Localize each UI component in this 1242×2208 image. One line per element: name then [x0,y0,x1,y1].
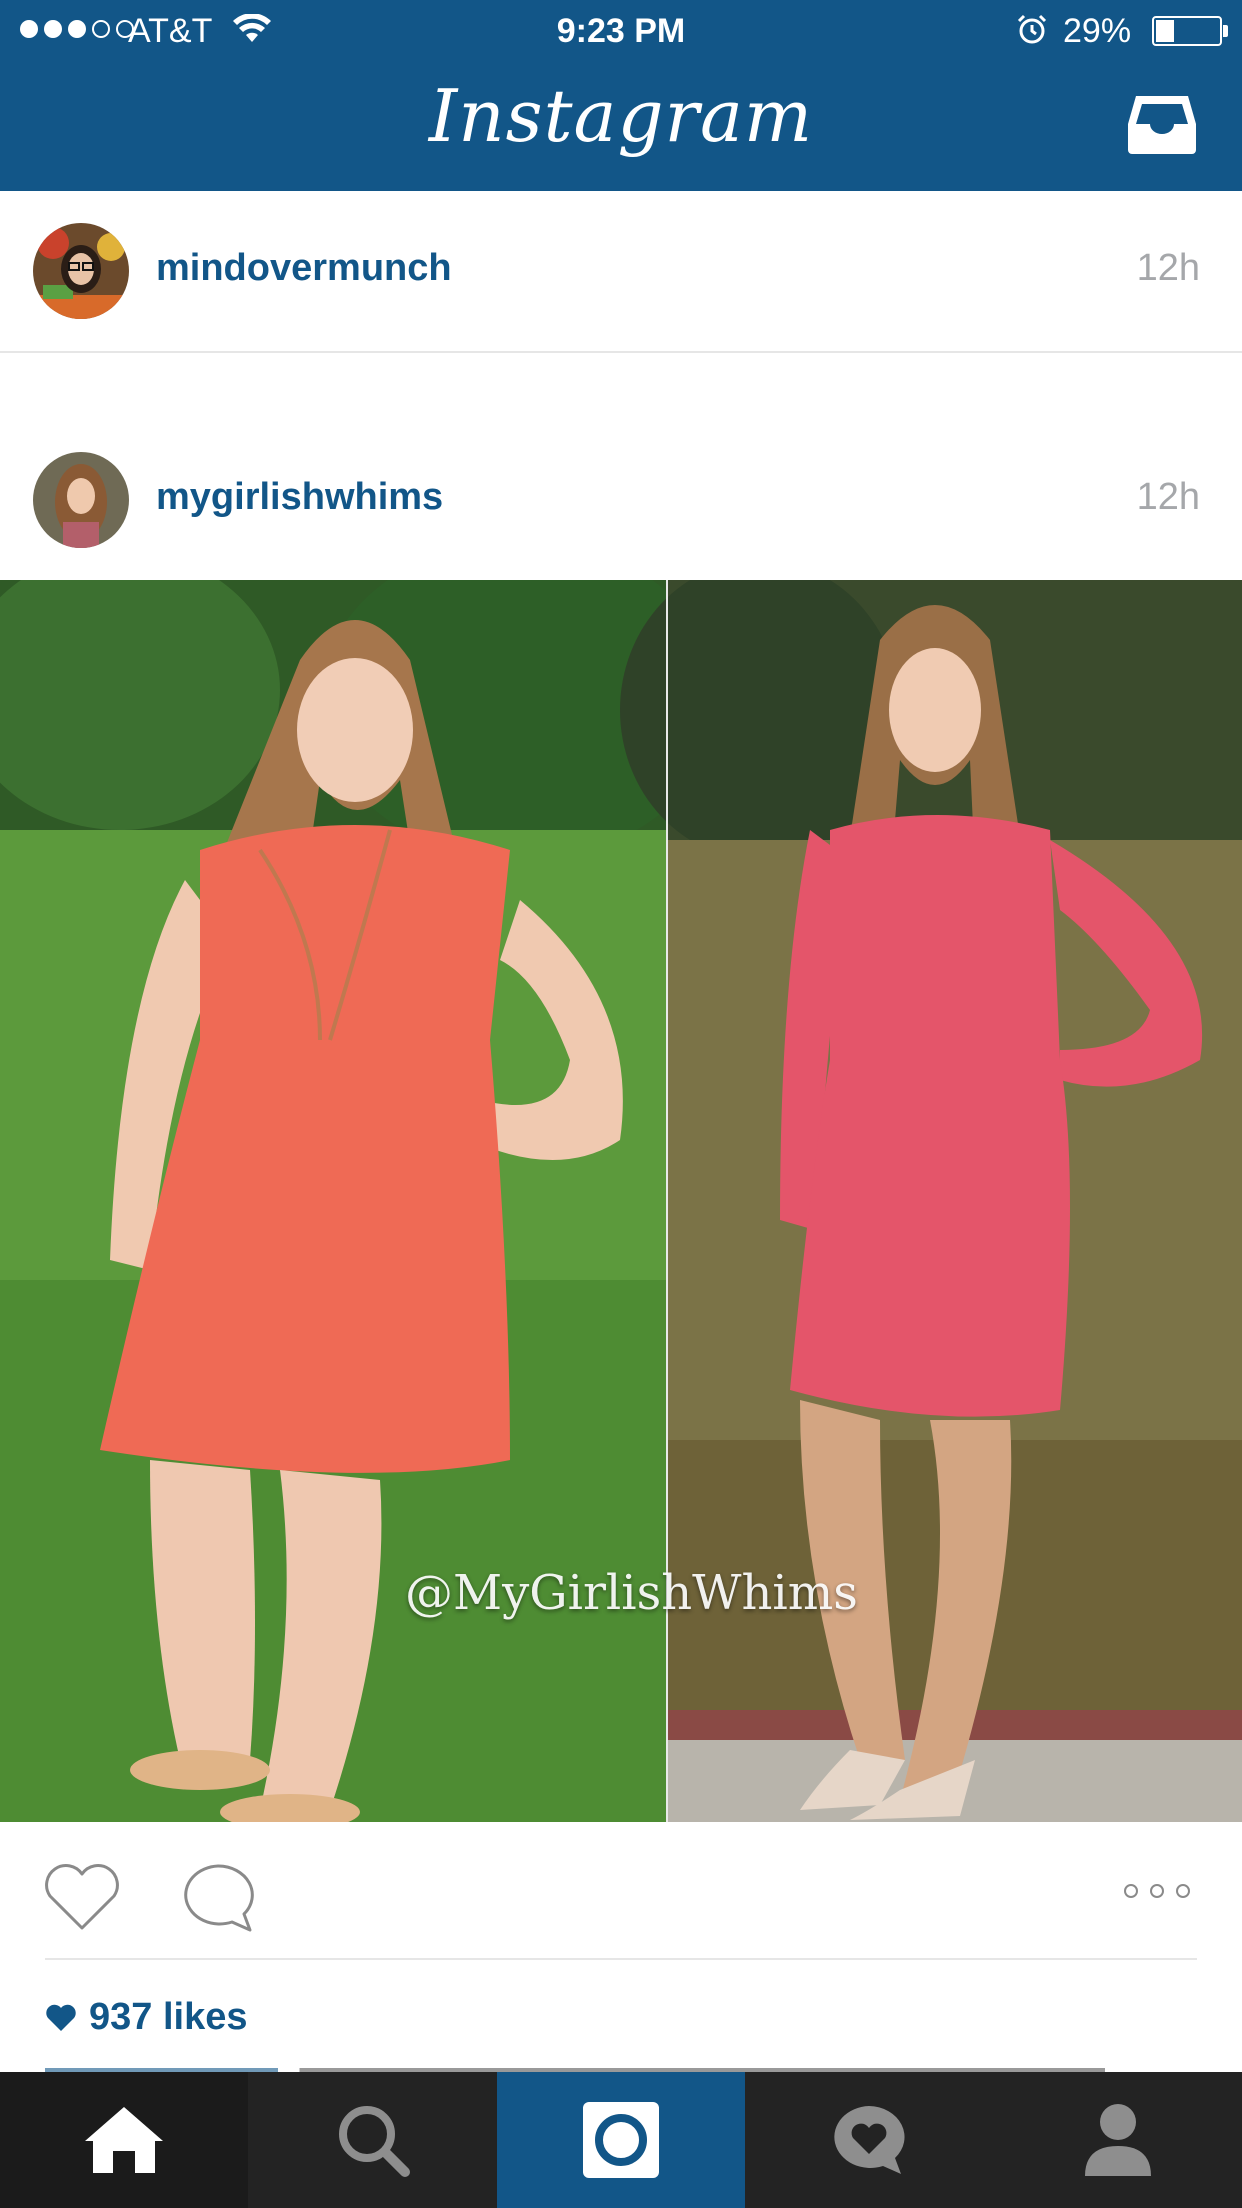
battery-icon [1152,16,1222,46]
battery-percentage: 29% [1063,12,1132,50]
activity-heart-icon [834,2106,905,2174]
search-icon [338,2106,410,2177]
tab-camera[interactable] [496,2072,746,2208]
heart-filled-icon [46,2004,76,2031]
photo-watermark: @MyGirlishWhims [405,1565,858,1621]
divider [0,351,1242,353]
home-icon [85,2107,164,2173]
top-bar: AT&T 9:23 PM 29% Instagram [0,0,1242,191]
battery-nub [1223,25,1228,37]
post-header: mygirlishwhims 12h [0,420,1242,580]
comment-icon[interactable] [180,1862,256,1934]
post-username[interactable]: mygirlishwhims [156,476,443,519]
instagram-logo: Instagram [428,74,814,158]
post-photo[interactable] [0,580,1242,1822]
tab-bar [0,2072,1242,2208]
post-username[interactable]: mindovermunch [156,247,452,290]
before-after-photo [0,580,1242,1822]
divider [45,1958,1197,1960]
camera-icon [582,2102,659,2178]
likes-count[interactable]: 937 likes [45,1996,247,2039]
tab-activity[interactable] [745,2072,993,2208]
status-bar: AT&T 9:23 PM 29% [0,0,1242,62]
status-time: 9:23 PM [556,12,686,50]
post-timestamp: 12h [1136,476,1200,518]
post-header: mindovermunch 12h [0,191,1242,351]
avatar[interactable] [33,223,129,319]
likes-label: 937 likes [89,1996,248,2038]
more-options-icon[interactable] [1124,1884,1190,1898]
tab-home[interactable] [0,2072,249,2208]
inbox-icon[interactable] [1126,94,1198,156]
profile-icon [1084,2104,1151,2176]
tab-profile[interactable] [994,2072,1242,2208]
avatar[interactable] [33,452,129,548]
heart-outline-icon[interactable] [42,1862,122,1932]
post-timestamp: 12h [1136,247,1200,289]
tab-search[interactable] [248,2072,496,2208]
post-actions [0,1822,1242,1962]
alarm-icon [1017,14,1047,44]
